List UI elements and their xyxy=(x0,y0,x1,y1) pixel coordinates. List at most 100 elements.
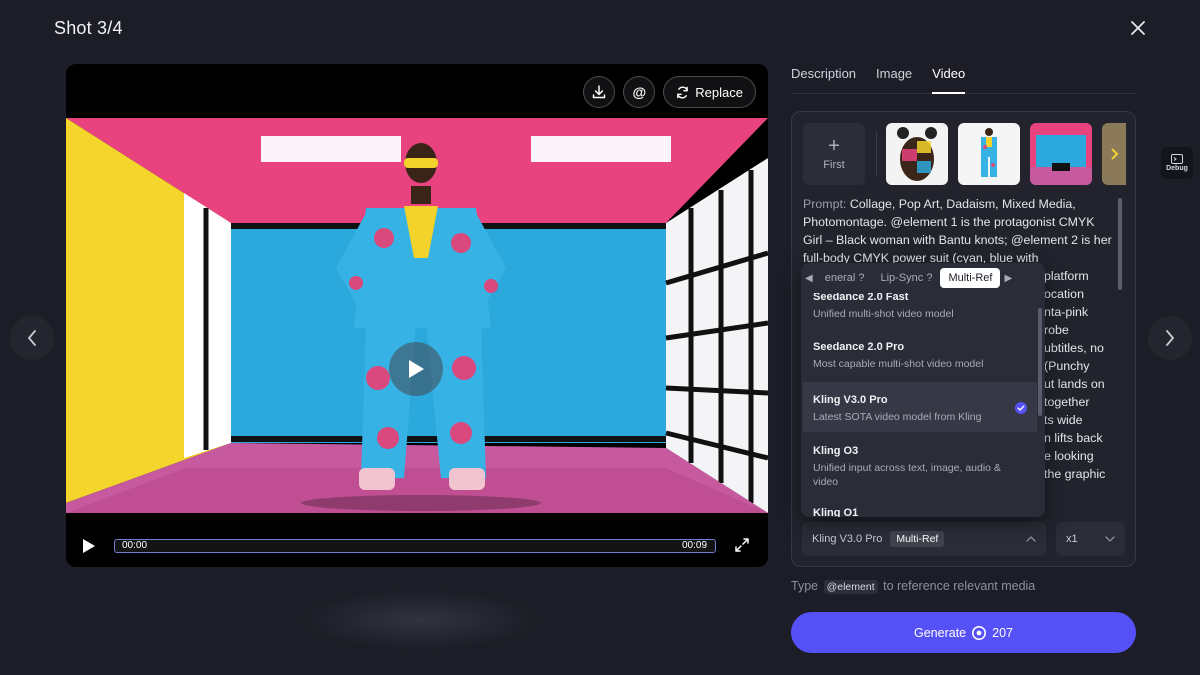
output-count-value: x1 xyxy=(1066,533,1078,545)
mention-button[interactable]: @ xyxy=(623,76,656,108)
player-controls: 00:00 00:09 xyxy=(66,534,768,558)
divider xyxy=(876,132,877,176)
thumbnail-more-icon xyxy=(1102,123,1126,185)
mode-badge: Multi-Ref xyxy=(890,531,945,547)
close-button[interactable] xyxy=(1126,16,1150,40)
prompt-line: e looking xyxy=(1044,449,1094,463)
terminal-icon xyxy=(1171,154,1183,164)
reference-thumbnail-partial[interactable] xyxy=(1102,123,1126,185)
total-time: 00:09 xyxy=(682,540,708,551)
generate-label: Generate xyxy=(914,625,967,640)
model-option-seedance-pro[interactable]: Seedance 2.0 Pro Most capable multi-shot… xyxy=(803,335,1037,383)
model-list: Seedance 2.0 Fast Unified multi-shot vid… xyxy=(801,293,1037,517)
selected-model-name: Kling V3.0 Pro xyxy=(812,533,883,545)
prompt-text: Collage, Pop Art, Dadaism, Mixed Media, … xyxy=(803,197,1112,265)
background-glow xyxy=(300,590,540,650)
debug-label: Debug xyxy=(1166,165,1188,172)
replace-button[interactable]: Replace xyxy=(663,76,756,108)
add-first-frame-button[interactable]: + First xyxy=(803,123,865,185)
prompt-line: n lifts back xyxy=(1044,431,1103,445)
tab-video[interactable]: Video xyxy=(932,64,966,94)
play-icon xyxy=(409,360,424,378)
debug-button[interactable]: Debug xyxy=(1161,147,1193,179)
prompt-line: ocation xyxy=(1044,287,1084,301)
previous-shot-button[interactable] xyxy=(10,316,54,360)
reference-thumbnail[interactable] xyxy=(1030,123,1092,185)
progress-bar[interactable] xyxy=(114,539,716,553)
model-description: Unified input across text, image, audio … xyxy=(813,462,1001,488)
fullscreen-button[interactable] xyxy=(734,537,750,558)
prompt-overflow: platform ocation nta-pink robe ubtitles,… xyxy=(1044,267,1124,483)
prompt-line: (Punchy xyxy=(1044,359,1090,373)
player-actions: @ Replace xyxy=(583,76,756,108)
tab-description[interactable]: Description xyxy=(791,64,856,94)
tab-image[interactable]: Image xyxy=(876,64,912,94)
room-thumbnail xyxy=(1030,123,1092,185)
prompt-line: platform xyxy=(1044,269,1089,283)
shot-title: Shot 3/4 xyxy=(54,18,123,38)
reference-thumbnail[interactable] xyxy=(886,123,948,185)
chevron-up-icon xyxy=(1026,536,1036,542)
model-description: Latest SOTA video model from Kling xyxy=(813,411,982,423)
tab-multi-ref[interactable]: Multi-Ref xyxy=(940,268,1001,288)
close-icon xyxy=(1131,21,1145,35)
video-still xyxy=(66,118,768,513)
prompt-line: together xyxy=(1044,395,1090,409)
expand-icon xyxy=(735,538,749,552)
output-count-select[interactable]: x1 xyxy=(1056,522,1125,556)
model-list-scrollbar[interactable] xyxy=(1038,308,1042,416)
next-shot-button[interactable] xyxy=(1148,316,1192,360)
video-player: @ Replace 00:00 00:09 xyxy=(66,64,768,567)
info-icon: ? xyxy=(858,272,865,284)
model-description: Unified multi-shot video model xyxy=(813,308,954,320)
model-select[interactable]: Kling V3.0 Pro Multi-Ref xyxy=(802,522,1046,556)
play-button[interactable] xyxy=(82,538,96,559)
model-name: Seedance 2.0 Pro xyxy=(813,341,905,353)
credit-cost: 207 xyxy=(992,625,1013,640)
model-dropdown: ◀ eneral ? Lip-Sync ? Multi-Ref ▶ Seedan… xyxy=(801,263,1045,517)
refresh-icon xyxy=(677,86,689,98)
chevron-down-icon xyxy=(1105,536,1115,542)
model-option-seedance-fast[interactable]: Seedance 2.0 Fast Unified multi-shot vid… xyxy=(803,293,1037,327)
download-button[interactable] xyxy=(583,76,616,108)
scroll-right-button[interactable]: ▶ xyxy=(1000,273,1016,284)
model-option-kling-o3[interactable]: Kling O3 Unified input across text, imag… xyxy=(803,437,1037,499)
detail-tabs: Description Image Video xyxy=(791,64,1136,94)
generate-button[interactable]: Generate 207 xyxy=(791,612,1136,653)
element-tag: @element xyxy=(823,580,878,594)
scroll-left-button[interactable]: ◀ xyxy=(801,273,817,284)
hint-before: Type xyxy=(791,579,819,593)
model-option-kling-v3-pro[interactable]: Kling V3.0 Pro Latest SOTA video model f… xyxy=(803,382,1037,432)
prompt-line: robe xyxy=(1044,323,1069,337)
chevron-right-icon xyxy=(1166,330,1175,346)
model-option-kling-o1[interactable]: Kling O1 xyxy=(803,507,1037,517)
element-hint: Type @element to reference relevant medi… xyxy=(791,579,1036,594)
model-name: Kling V3.0 Pro xyxy=(813,394,888,406)
prompt-line: ut lands on xyxy=(1044,377,1105,391)
prompt-line: ts wide xyxy=(1044,413,1083,427)
first-frame-label: First xyxy=(823,159,845,171)
plus-icon: + xyxy=(828,135,840,157)
portrait-thumbnail xyxy=(886,123,948,185)
play-overlay-button[interactable] xyxy=(389,342,443,396)
model-name: Seedance 2.0 Fast xyxy=(813,293,909,303)
model-name: Kling O3 xyxy=(813,445,859,457)
chevron-left-icon xyxy=(27,330,36,346)
reference-thumbnail[interactable] xyxy=(958,123,1020,185)
hint-after: to reference relevant media xyxy=(883,579,1036,593)
tab-general[interactable]: eneral ? xyxy=(817,268,873,288)
check-icon xyxy=(1015,402,1027,414)
at-icon: @ xyxy=(632,84,647,100)
tab-lip-sync[interactable]: Lip-Sync ? xyxy=(872,268,940,288)
prompt-scrollbar[interactable] xyxy=(1118,198,1122,290)
prompt-label: Prompt: xyxy=(803,197,847,211)
model-name: Kling O1 xyxy=(813,507,859,517)
prompt-line: the graphic xyxy=(1044,467,1106,481)
model-description: Most capable multi-shot video model xyxy=(813,358,984,370)
info-icon: ? xyxy=(926,272,933,284)
video-frame xyxy=(66,118,768,513)
prompt-line: nta-pink xyxy=(1044,305,1089,319)
play-icon xyxy=(83,539,95,553)
prompt-line: ubtitles, no xyxy=(1044,341,1104,355)
model-category-tabs: ◀ eneral ? Lip-Sync ? Multi-Ref ▶ xyxy=(801,263,1045,293)
